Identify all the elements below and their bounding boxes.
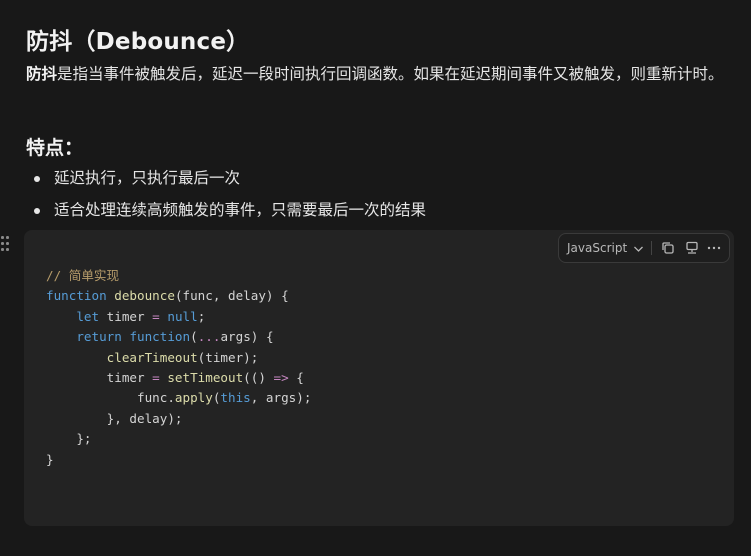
code-token: { — [288, 370, 304, 386]
description-term: 防抖 — [26, 65, 58, 83]
code-token: ... — [197, 329, 221, 345]
code-token: args) { — [220, 329, 274, 345]
code-token: => — [273, 370, 289, 386]
code-line: }, delay); — [46, 409, 311, 429]
code-token: }; — [46, 431, 92, 447]
drag-dot — [6, 236, 9, 239]
code-toolbar: JavaScript — [558, 233, 730, 263]
code-token: function — [129, 329, 191, 345]
code-token: let — [76, 308, 100, 324]
code-line: function debounce(func, delay) { — [46, 286, 311, 306]
language-label: JavaScript — [567, 241, 628, 255]
code-token: this — [220, 390, 251, 406]
code-token: debounce — [114, 288, 175, 304]
toolbar-divider — [651, 241, 652, 255]
code-token: }, delay); — [46, 410, 183, 426]
code-token: , args); — [250, 390, 312, 406]
code-token: func. — [46, 390, 175, 406]
more-icon — [705, 239, 725, 257]
description-paragraph: 防抖是指当事件被触发后，延迟一段时间执行回调函数。如果在延迟期间事件又被触发，则… — [26, 62, 726, 87]
preview-icon — [683, 239, 703, 257]
code-line: func.apply(this, args); — [46, 388, 311, 408]
code-token: ( — [190, 329, 198, 345]
bullet-icon — [34, 176, 40, 182]
code-line: } — [46, 450, 311, 470]
code-token: timer — [46, 370, 153, 386]
code-line: timer = setTimeout(() => { — [46, 368, 311, 388]
list-item: 延迟执行，只执行最后一次 — [26, 166, 426, 198]
code-token: // 简单实现 — [46, 268, 120, 283]
preview-button[interactable] — [683, 239, 703, 257]
code-token: (timer); — [197, 349, 259, 365]
code-token: timer — [99, 308, 153, 324]
code-token: function — [46, 288, 107, 304]
drag-dot — [1, 242, 4, 245]
list-item-text: 适合处理连续高频触发的事件，只需要最后一次的结果 — [54, 201, 427, 219]
code-content[interactable]: // 简单实现 function debounce(func, delay) { … — [46, 266, 311, 470]
code-token: (func, delay) { — [174, 288, 289, 304]
language-select[interactable]: JavaScript — [567, 234, 644, 262]
code-line: // 简单实现 — [46, 266, 311, 286]
more-button[interactable] — [705, 239, 725, 257]
drag-dot — [1, 236, 4, 239]
drag-dot — [1, 248, 4, 251]
code-token: ; — [197, 308, 206, 324]
code-token: clearTimeout — [106, 349, 198, 365]
drag-dot — [6, 248, 9, 251]
code-block: JavaScript // 简单实现 function debounce(func… — [24, 230, 734, 526]
chevron-down-icon — [633, 235, 644, 263]
bullet-icon — [34, 208, 40, 214]
code-token: } — [46, 451, 54, 467]
code-token: = — [152, 308, 160, 324]
code-line: }; — [46, 429, 311, 449]
code-token: null — [167, 308, 198, 324]
features-heading: 特点： — [26, 137, 84, 159]
block-drag-handle[interactable] — [1, 236, 11, 254]
code-token: (() — [243, 370, 274, 386]
list-item: 适合处理连续高频触发的事件，只需要最后一次的结果 — [26, 198, 426, 230]
copy-button[interactable] — [659, 239, 679, 257]
code-token: apply — [174, 390, 213, 406]
copy-icon — [659, 239, 679, 257]
list-item-text: 延迟执行，只执行最后一次 — [54, 169, 241, 187]
code-line: clearTimeout(timer); — [46, 348, 311, 368]
code-token: setTimeout — [167, 370, 244, 386]
page-title: 防抖（Debounce） — [26, 29, 250, 55]
code-line: let timer = null; — [46, 307, 311, 327]
drag-dot — [6, 242, 9, 245]
code-token: = — [152, 370, 160, 386]
description-text: 是指当事件被触发后，延迟一段时间执行回调函数。如果在延迟期间事件又被触发，则重新… — [57, 65, 724, 83]
code-token: return — [76, 329, 122, 345]
features-list: 延迟执行，只执行最后一次 适合处理连续高频触发的事件，只需要最后一次的结果 — [26, 166, 426, 230]
code-line: return function(...args) { — [46, 327, 311, 347]
